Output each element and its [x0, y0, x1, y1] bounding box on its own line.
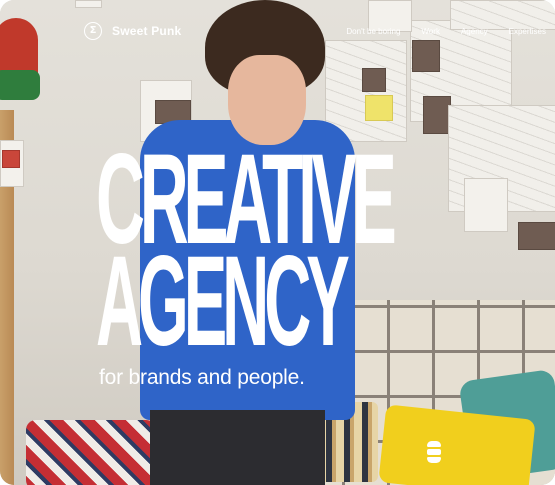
hero-title-line-2: AGENCY: [96, 230, 350, 373]
brand-logo[interactable]: Σ Sweet Punk: [84, 22, 181, 40]
wall-sticker: [2, 150, 20, 168]
hanging-cap-brim: [0, 70, 40, 100]
stacked-shape-top: [427, 441, 441, 447]
hero-tagline: for brands and people.: [99, 366, 305, 389]
stacked-shape-icon[interactable]: [427, 441, 441, 467]
stacked-shape-bottom: [427, 457, 441, 463]
main-nav: Don't be boring Work Agency Expertises: [346, 27, 546, 36]
nav-item-work[interactable]: Work: [421, 27, 440, 36]
wall-photo: [423, 96, 451, 134]
wall-photo: [464, 178, 508, 232]
nav-item-dont-be-boring[interactable]: Don't be boring: [346, 27, 400, 36]
site-header: Σ Sweet Punk Don't be boring Work Agency…: [0, 0, 555, 64]
brand-name: Sweet Punk: [112, 24, 182, 38]
person-pants: [150, 410, 325, 485]
blanket: [26, 420, 156, 485]
stacked-shape-middle: [427, 449, 441, 455]
nav-item-expertises[interactable]: Expertises: [509, 27, 546, 36]
wall-photo: [518, 222, 555, 250]
nav-item-agency[interactable]: Agency: [461, 27, 488, 36]
hero-viewport: Σ Sweet Punk Don't be boring Work Agency…: [0, 0, 555, 485]
logo-icon: Σ: [84, 22, 102, 40]
